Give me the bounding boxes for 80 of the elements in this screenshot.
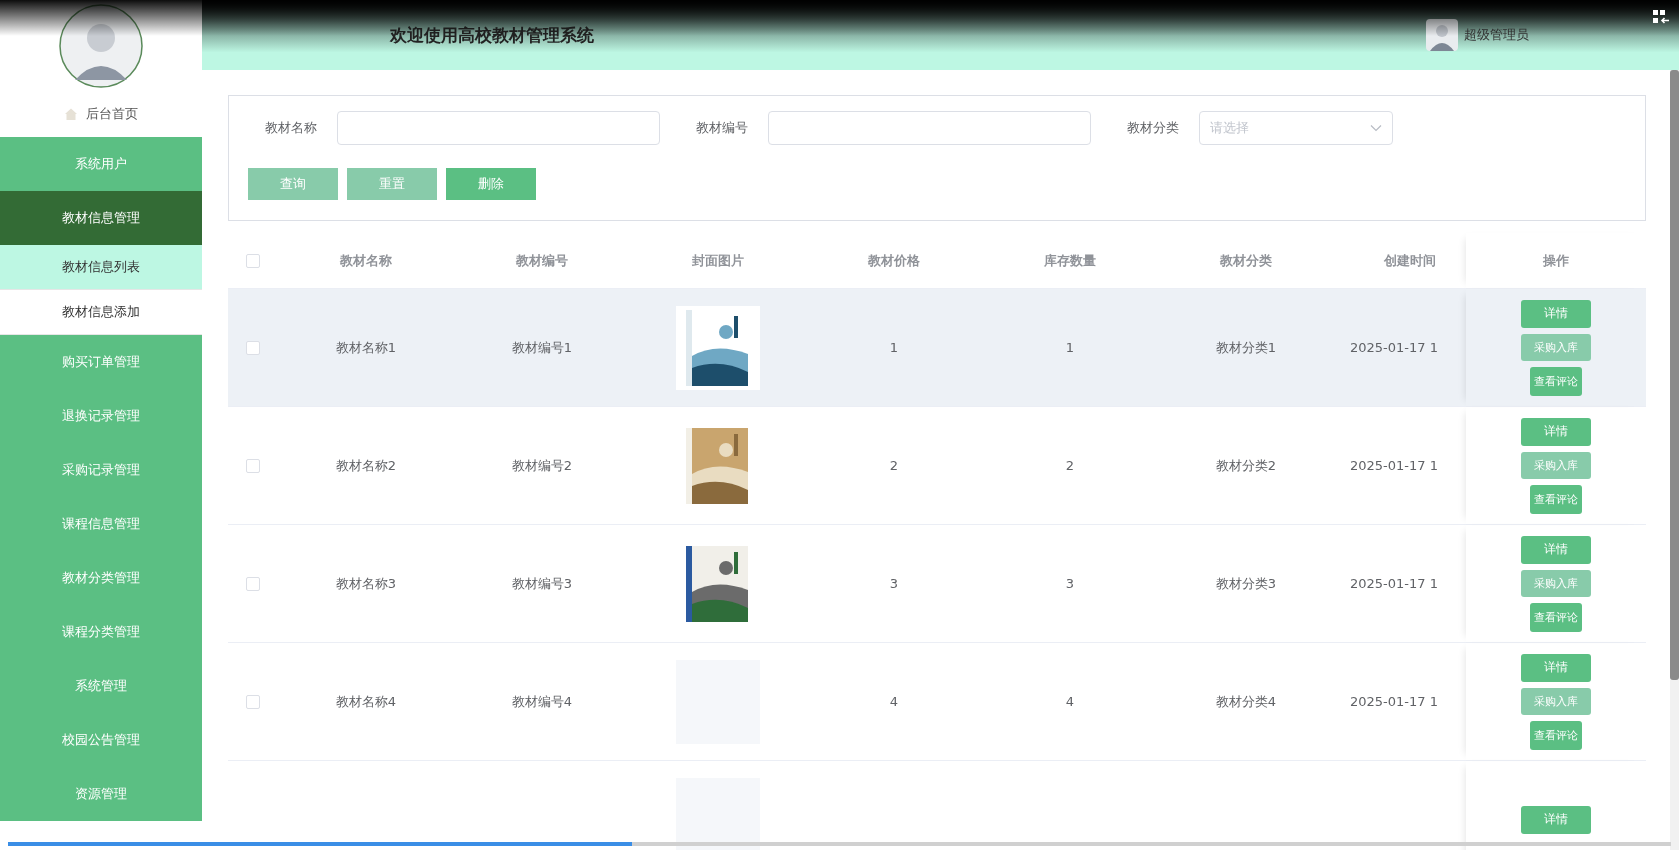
column-header: 教材编号 [516,251,568,270]
menu-item[interactable]: 教材信息管理 [0,191,202,245]
video-progress-bar[interactable] [8,842,1671,846]
search-button[interactable]: 删除 [446,168,536,200]
row-checkbox[interactable] [246,694,260,709]
select-all-checkbox[interactable] [246,253,260,268]
menu-item[interactable]: 购买订单管理 [0,335,202,389]
table-cell: 1 [1065,340,1075,355]
table-cell: 教材分类1 [1215,338,1277,357]
table-cell: 2025-01-17 1 [1350,694,1438,709]
user-avatar[interactable] [1426,19,1458,51]
menu-item[interactable]: 教材分类管理 [0,551,202,605]
action-button[interactable]: 查看评论 [1530,602,1582,632]
column-header: 教材分类 [1220,251,1272,270]
table-cell: 2025-01-17 1 [1350,340,1438,355]
table-cell: 4 [1065,694,1075,709]
table-cell: 3 [889,576,899,591]
home-link[interactable]: 后台首页 [0,90,202,137]
table-cell: 教材名称4 [335,692,397,711]
action-button[interactable]: 采购入库 [1521,333,1591,361]
column-header: 库存数量 [1044,251,1096,270]
menu-item[interactable]: 资源管理 [0,767,202,821]
action-button[interactable]: 详情 [1521,805,1591,834]
action-button[interactable]: 采购入库 [1521,687,1591,715]
menu-item[interactable]: 课程信息管理 [0,497,202,551]
menu-item[interactable]: 退换记录管理 [0,389,202,443]
table-cell: 2025-01-17 1 [1350,576,1438,591]
home-icon [64,106,78,121]
menu-item[interactable]: 采购记录管理 [0,443,202,497]
action-button[interactable]: 详情 [1521,299,1591,328]
action-button[interactable]: 采购入库 [1521,569,1591,597]
submenu-item[interactable]: 教材信息列表 [0,245,202,290]
column-header: 创建时间 [1384,251,1436,270]
table-cell: 教材名称1 [335,338,397,357]
table-cell: 3 [1065,576,1075,591]
menu-item[interactable]: 课程分类管理 [0,605,202,659]
table-cell: 教材分类3 [1215,574,1277,593]
exit-fullscreen-icon[interactable] [1653,10,1669,24]
search-button[interactable]: 重置 [347,168,437,200]
chevron-icon [1370,124,1382,132]
action-button[interactable]: 详情 [1521,535,1591,564]
category-select[interactable]: 请选择 [1199,111,1393,145]
table-cell: 教材编号4 [511,692,573,711]
scrollbar[interactable] [1670,70,1679,850]
column-header: 操作 [1543,251,1569,270]
menu-item[interactable]: 系统管理 [0,659,202,713]
menu-item[interactable]: 系统用户 [0,137,202,191]
row-checkbox[interactable] [246,340,260,355]
field-label: 教材名称 [264,119,318,137]
table-cell: 1 [889,340,899,355]
table-cell: 教材编号3 [511,574,573,593]
search-button[interactable]: 查询 [248,168,338,200]
table-cell: 2 [889,458,899,473]
table-cell: 教材名称2 [335,456,397,475]
user-name[interactable]: 超级管理员 [1464,26,1529,44]
table-cell: 教材编号2 [511,456,573,475]
table-cell: 2025-01-17 1 [1350,458,1438,473]
column-header: 封面图片 [692,251,744,270]
action-button[interactable]: 详情 [1521,653,1591,682]
column-header: 教材名称 [340,251,392,270]
column-header: 教材价格 [868,251,920,270]
row-checkbox[interactable] [246,458,260,473]
action-button[interactable]: 查看评论 [1530,484,1582,514]
action-button[interactable]: 采购入库 [1521,451,1591,479]
input-field[interactable] [337,111,660,145]
table-cell: 教材分类2 [1215,456,1277,475]
menu-item[interactable]: 校园公告管理 [0,713,202,767]
field-label: 教材分类 [1126,119,1180,137]
action-button[interactable]: 查看评论 [1530,366,1582,396]
action-button[interactable]: 查看评论 [1530,720,1582,750]
input-field[interactable] [768,111,1091,145]
table-cell: 4 [889,694,899,709]
table-cell: 2 [1065,458,1075,473]
row-checkbox[interactable] [246,576,260,591]
action-button[interactable]: 详情 [1521,417,1591,446]
table-cell: 教材编号1 [511,338,573,357]
field-label: 教材编号 [695,119,749,137]
table-cell: 教材分类4 [1215,692,1277,711]
table-cell: 教材名称3 [335,574,397,593]
page-title: 欢迎使用高校教材管理系统 [390,23,594,47]
